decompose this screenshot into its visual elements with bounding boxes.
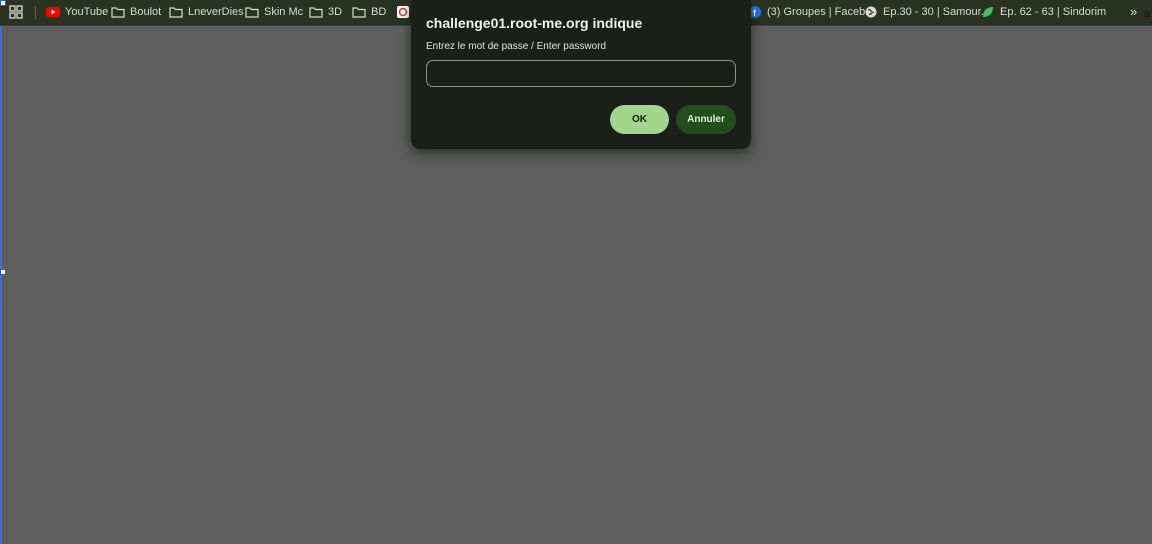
site-favicon-icon (396, 5, 410, 19)
cancel-button[interactable]: Annuler (676, 105, 736, 134)
dialog-message: Entrez le mot de passe / Enter password (426, 41, 607, 52)
bookmark-facebook-groups[interactable]: f (3) Groupes | Faceb... (748, 0, 874, 24)
bookmark-label: YouTube (65, 6, 109, 18)
ok-button[interactable]: OK (610, 105, 669, 134)
bookmark-label: Skin Mc (264, 6, 304, 18)
folder-icon (352, 5, 366, 19)
window-selection-edge (0, 26, 2, 544)
more-bookmarks-chevron-icon[interactable]: » (1130, 4, 1137, 19)
leaf-icon (981, 5, 995, 19)
bookmark-folder-boulot[interactable]: Boulot (111, 0, 161, 24)
bookmarks-separator (35, 6, 36, 19)
password-input[interactable] (426, 60, 736, 87)
dialog-title: challenge01.root-me.org indique (426, 15, 643, 31)
bookmark-label: Ep.30 - 30 | Samour... (883, 6, 990, 18)
bookmark-folder-bd[interactable]: BD (352, 0, 386, 24)
folder-icon (111, 5, 125, 19)
bookmark-folder-skin-mc[interactable]: Skin Mc (245, 0, 303, 24)
bookmark-folder-lneverdies[interactable]: LneverDies (169, 0, 244, 24)
resize-handle-top-right[interactable] (1144, 11, 1150, 17)
bookmark-label: Ep. 62 - 63 | Sindorim (1000, 6, 1107, 18)
password-prompt-dialog: challenge01.root-me.org indique Entrez l… (411, 0, 751, 149)
apps-grid-icon[interactable] (9, 5, 23, 19)
bookmark-folder-3d[interactable]: 3D (309, 0, 342, 24)
youtube-icon (46, 5, 60, 19)
bookmark-sindorim[interactable]: Ep. 62 - 63 | Sindorim (981, 0, 1106, 24)
bookmark-label: (3) Groupes | Faceb... (767, 6, 875, 18)
folder-icon (245, 5, 259, 19)
resize-handle-left[interactable] (0, 269, 6, 275)
bookmark-label: BD (371, 6, 387, 18)
folder-icon (169, 5, 183, 19)
bookmark-label: Boulot (130, 6, 162, 18)
folder-icon (309, 5, 323, 19)
bookmark-youtube[interactable]: YouTube (46, 0, 108, 24)
globe-icon (864, 5, 878, 19)
resize-handle-top-left[interactable] (0, 0, 6, 6)
bookmark-samourai[interactable]: Ep.30 - 30 | Samour... (864, 0, 990, 24)
bookmark-label: LneverDies (188, 6, 244, 18)
bookmark-label: 3D (328, 6, 343, 18)
